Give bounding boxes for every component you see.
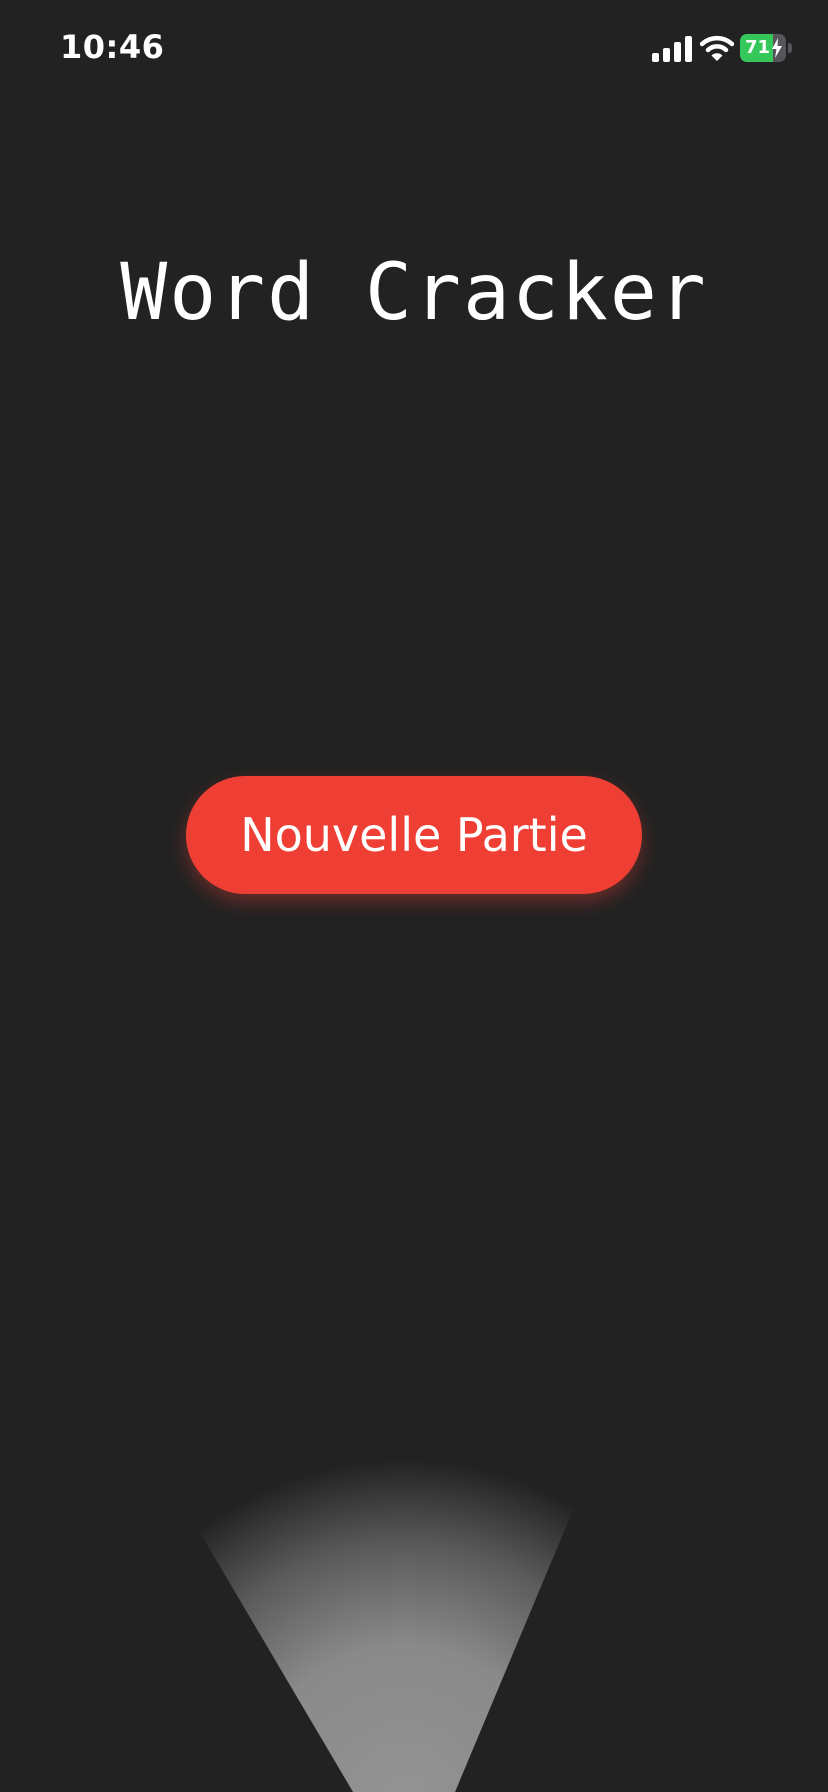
battery-percentage: 71 xyxy=(745,37,771,58)
battery-tip xyxy=(788,43,792,53)
wifi-icon xyxy=(700,35,734,61)
new-game-button[interactable]: Nouvelle Partie xyxy=(186,776,642,894)
status-time: 10:46 xyxy=(60,28,165,66)
charging-bolt-icon xyxy=(772,38,782,58)
status-bar: 10:46 71 xyxy=(0,0,828,100)
spotlight-cone-decoration xyxy=(110,1276,640,1792)
app-title: Word Cracker xyxy=(120,248,708,338)
battery-body: 71 xyxy=(740,34,786,62)
battery-indicator: 71 xyxy=(740,34,792,62)
cellular-signal-icon xyxy=(652,36,692,62)
